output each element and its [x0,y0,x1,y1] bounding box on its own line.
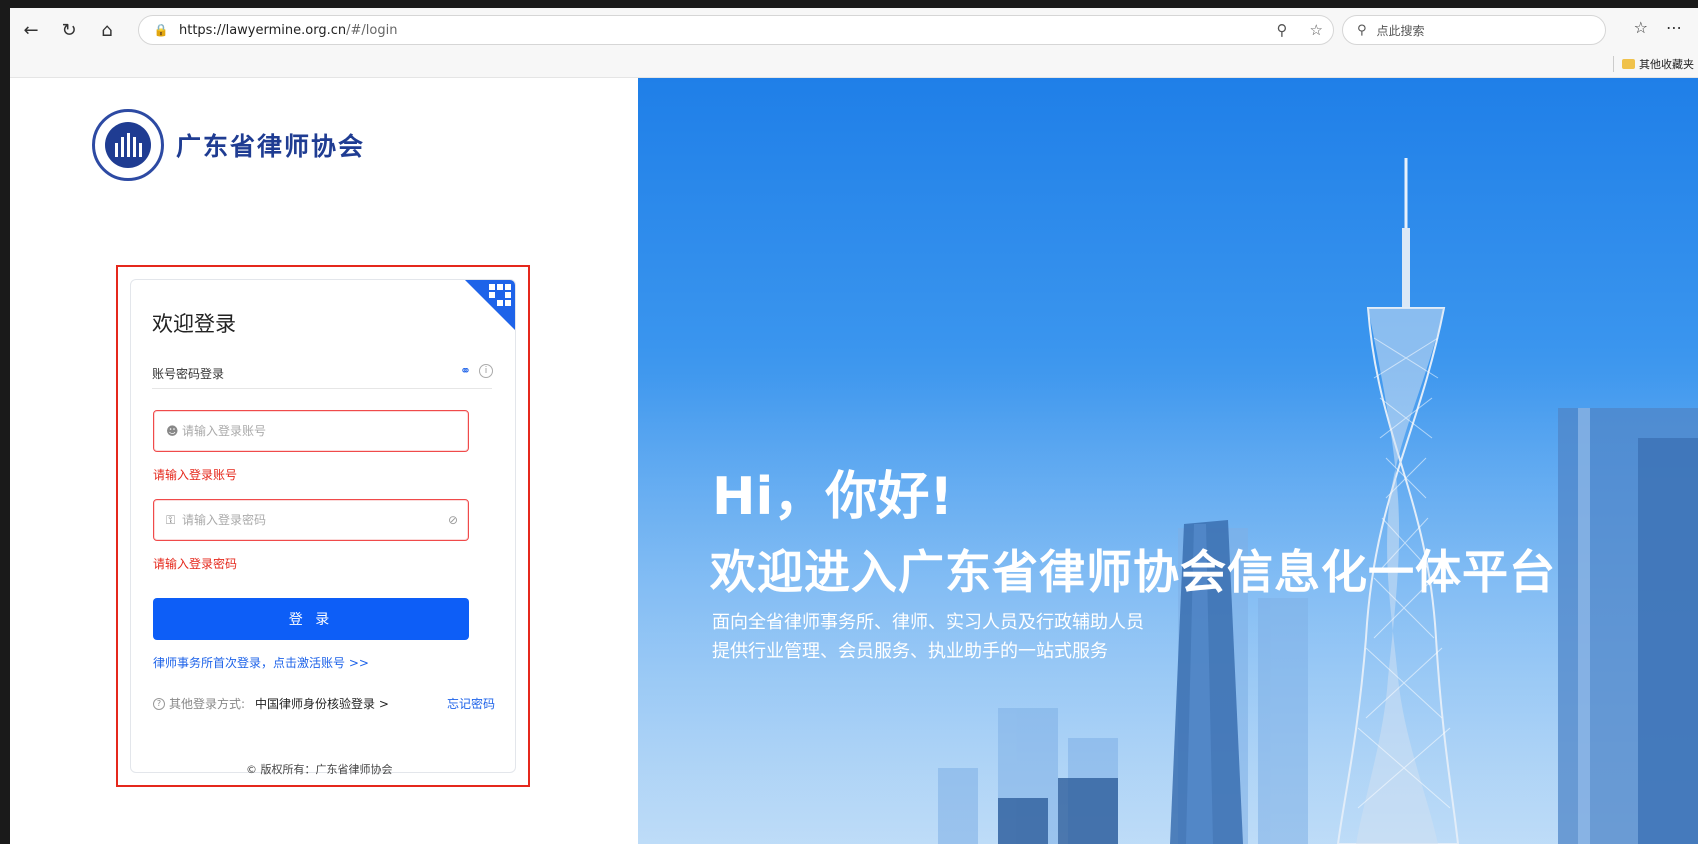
lock-icon: ⚿ [166,512,176,527]
password-input[interactable] [182,513,442,527]
brand-logo: 广东省律师协会 [92,109,365,181]
bookmarks-bar: 其他收藏夹 [10,52,1698,78]
address-bar[interactable]: 🔒 https://lawyermine.org.cn/#/login ⚲ ☆ [138,15,1334,45]
account-input[interactable] [182,424,442,438]
brand-name: 广东省律师协会 [176,132,366,161]
login-card: 欢迎登录 账号密码登录 ⚭ i ☻ 请输入登录账号 ⚿ ⊘ 请输入登录密码 登 … [130,279,516,773]
lock-icon[interactable]: 🔒 [153,22,169,38]
info-icon[interactable]: i [479,364,493,378]
hero-title: 欢迎进入广东省律师协会信息化一体平台 [710,545,1556,599]
browser-search-box[interactable]: ⚲ 点此搜索 [1342,15,1606,45]
favorites-icon[interactable]: ☆ [1634,18,1648,37]
hero-subtitle-line-2: 提供行业管理、会员服务、执业助手的一站式服务 [712,641,1108,662]
more-menu-icon[interactable]: ⋯ [1666,18,1682,37]
bookmark-folder[interactable]: 其他收藏夹 [1613,56,1694,72]
login-button[interactable]: 登 录 [153,598,469,640]
favorite-star-icon[interactable]: ☆ [1310,21,1323,39]
password-error: 请输入登录密码 [153,557,238,571]
qr-code-icon[interactable] [489,284,511,306]
browser-toolbar: ← ↻ ⌂ 🔒 https://lawyermine.org.cn/#/logi… [10,8,1698,52]
account-error: 请输入登录账号 [153,468,238,482]
account-field[interactable]: ☻ [153,410,469,452]
login-page: 广东省律师协会 欢迎登录 账号密码登录 ⚭ i ☻ 请输入登录账号 请输入登录账… [10,78,1698,844]
eye-hidden-icon[interactable]: ⊘ [448,513,458,527]
tab-divider [152,388,492,389]
hero-subtitle-line-1: 面向全省律师事务所、律师、实习人员及行政辅助人员 [712,612,1144,633]
forgot-password-link[interactable]: 忘记密码 [447,695,495,712]
other-login-label: 其他登录方式: [169,697,246,711]
login-title: 欢迎登录 [152,312,236,336]
url-text: https://lawyermine.org.cn/#/login [179,22,398,38]
password-field[interactable]: ⚿ ⊘ [153,499,469,541]
search-icon: ⚲ [1357,22,1367,38]
key-icon[interactable]: ⚲ [1277,21,1288,39]
other-login-methods: ? 其他登录方式: 中国律师身份核验登录 > [153,695,389,712]
hero-greeting: Hi，你好! [712,467,954,527]
help-icon: ? [153,697,165,710]
refresh-icon[interactable]: ↻ [52,13,86,47]
user-icon: ☻ [166,424,179,438]
back-icon[interactable]: ← [14,13,48,47]
headset-icon[interactable]: ⚭ [460,364,471,379]
home-icon[interactable]: ⌂ [90,13,124,47]
search-placeholder: 点此搜索 [1376,23,1425,38]
folder-icon [1622,59,1635,69]
login-panel: 广东省律师协会 欢迎登录 账号密码登录 ⚭ i ☻ 请输入登录账号 请输入登录账… [10,78,638,844]
activate-account-link[interactable]: 律师事务所首次登录，点击激活账号 >> [153,654,369,671]
association-seal-icon [92,109,164,181]
hero-banner: Hi，你好! 欢迎进入广东省律师协会信息化一体平台 面向全省律师事务所、律师、实… [638,78,1698,844]
lawyer-id-login-link[interactable]: 中国律师身份核验登录 > [255,695,389,712]
tab-account-password[interactable]: 账号密码登录 [152,365,224,382]
copyright: © 版权所有：广东省律师协会 [246,763,393,776]
